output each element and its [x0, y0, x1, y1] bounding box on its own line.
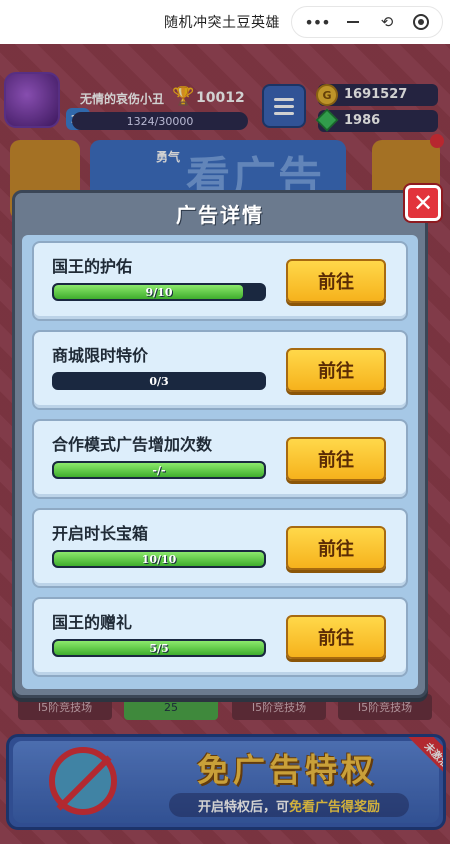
- progress-text: 5/5: [149, 641, 169, 655]
- mini-program-bar: 随机冲突土豆英雄 ••• ⟲: [0, 0, 450, 44]
- go-button[interactable]: 前往: [286, 615, 386, 659]
- task-name: 商城限时特价: [52, 346, 149, 365]
- task-row: 国王的护佑 9/10 前往: [32, 241, 408, 321]
- go-button[interactable]: 前往: [286, 259, 386, 303]
- task-row: 国王的赠礼 5/5 前往: [32, 597, 408, 677]
- task-name: 合作模式广告增加次数: [52, 435, 213, 454]
- task-name: 国王的赠礼: [52, 613, 133, 632]
- task-name: 国王的护佑: [52, 257, 133, 276]
- progress-bar: 0/3: [52, 372, 266, 390]
- close-program-icon[interactable]: [404, 7, 438, 37]
- progress-text: 9/10: [145, 285, 173, 299]
- close-button[interactable]: ✕: [405, 185, 441, 221]
- task-row: 开启时长宝箱 10/10 前往: [32, 508, 408, 588]
- modal-title: 广告详情: [176, 202, 264, 227]
- ad-details-modal: 广告详情 ✕ 国王的护佑 9/10 前往 商城限时特价 0/3 前往 合作模式广…: [12, 185, 441, 698]
- progress-text: -/-: [152, 463, 166, 477]
- progress-text: 10/10: [141, 552, 177, 566]
- go-button[interactable]: 前往: [286, 437, 386, 481]
- minimize-icon[interactable]: [336, 7, 370, 37]
- go-button[interactable]: 前往: [286, 348, 386, 392]
- task-list: 国王的护佑 9/10 前往 商城限时特价 0/3 前往 合作模式广告增加次数 -…: [22, 235, 418, 689]
- progress-bar: 9/10: [52, 283, 266, 301]
- progress-bar: 10/10: [52, 550, 266, 568]
- task-row: 合作模式广告增加次数 -/- 前往: [32, 419, 408, 499]
- go-button[interactable]: 前往: [286, 526, 386, 570]
- progress-text: 0/3: [149, 374, 169, 388]
- capsule-menu: ••• ⟲: [291, 6, 443, 38]
- restore-icon[interactable]: ⟲: [370, 7, 404, 37]
- task-row: 商城限时特价 0/3 前往: [32, 330, 408, 410]
- task-name: 开启时长宝箱: [52, 524, 149, 543]
- modal-header: 广告详情: [15, 193, 425, 233]
- more-icon[interactable]: •••: [298, 7, 336, 37]
- progress-bar: 5/5: [52, 639, 266, 657]
- app-title: 随机冲突土豆英雄: [164, 15, 280, 31]
- progress-bar: -/-: [52, 461, 266, 479]
